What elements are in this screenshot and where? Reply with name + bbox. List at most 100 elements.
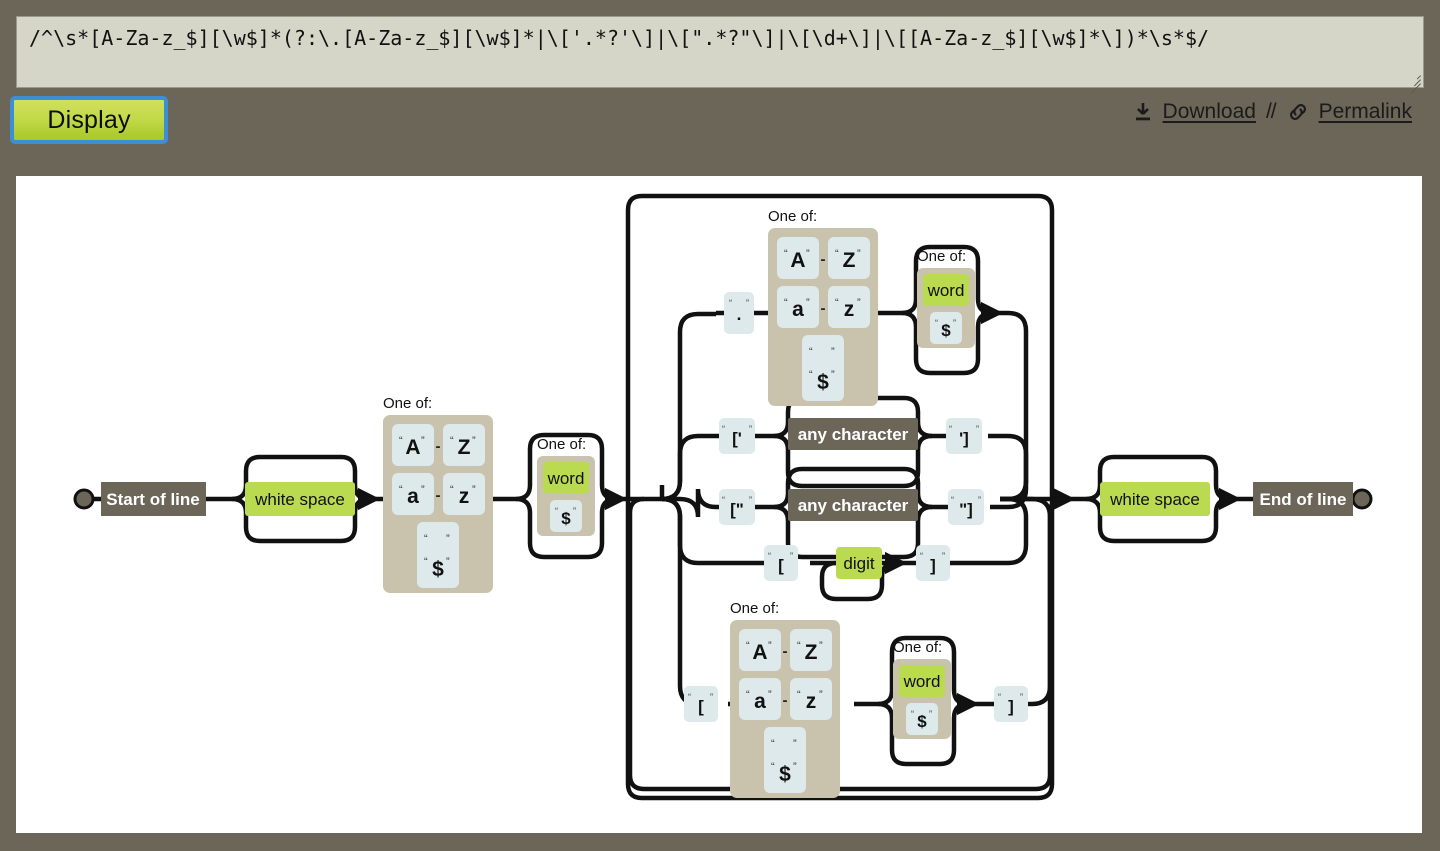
wordloop-index[interactable]: One of: word “ $ ” — [893, 639, 951, 739]
node-white-space-leading-label: white space — [254, 490, 345, 509]
quote-close: ” — [749, 424, 752, 434]
charclass-identifier-start-caption: One of: — [383, 395, 432, 412]
quote-open: “ — [424, 533, 428, 545]
wordloop-start[interactable]: One of: word “ $ ” — [537, 436, 595, 536]
quote-close: ” — [819, 689, 823, 701]
quote-close: ” — [978, 495, 981, 505]
literal-a: a — [407, 485, 419, 508]
literal-a: a — [754, 690, 766, 713]
node-digit[interactable]: digit — [836, 547, 882, 579]
range-dash: - — [783, 692, 788, 709]
toolbar-actions: Download // Permalink — [1132, 100, 1412, 124]
quote-close: ” — [749, 495, 752, 505]
node-end-of-line-label: End of line — [1260, 490, 1347, 509]
quote-open: “ — [746, 689, 750, 701]
literal-close-bracket-squote-label: '] — [959, 429, 969, 448]
quote-open: “ — [920, 551, 923, 561]
display-button[interactable]: Display — [10, 96, 168, 144]
node-digit-label: digit — [843, 554, 874, 573]
quote-close: ” — [857, 297, 861, 309]
literal-Z: Z — [805, 641, 818, 664]
literal-open-bracket-ident[interactable]: “ [ ” — [684, 686, 718, 722]
quote-open: “ — [835, 248, 839, 260]
literal-close-bracket-ident[interactable]: “ ] ” — [994, 686, 1028, 722]
permalink-link[interactable]: Permalink — [1286, 100, 1412, 124]
quote-close: ” — [446, 556, 450, 568]
literal-dot[interactable]: “ . ” — [724, 292, 754, 334]
charclass-identifier-property-caption: One of: — [768, 208, 817, 225]
railroad-diagram: Start of line End of line white space wh… — [73, 193, 1373, 801]
literal-close-bracket-dquote-label: "] — [959, 500, 973, 519]
quote-close: ” — [472, 484, 476, 496]
quote-close: ” — [746, 298, 749, 308]
quote-open: “ — [399, 484, 403, 496]
node-start-of-line[interactable]: Start of line — [101, 482, 206, 516]
literal-open-bracket-squote[interactable]: “ [' ” — [719, 418, 755, 454]
wordloop-property-word-label: word — [927, 281, 965, 300]
literal-close-bracket-squote[interactable]: “ '] ” — [946, 418, 982, 454]
actions-separator: // — [1265, 100, 1277, 123]
quote-open: “ — [771, 761, 775, 773]
quote-close: ” — [793, 738, 797, 750]
quote-open: “ — [424, 556, 428, 568]
literal-a: a — [792, 298, 804, 321]
literal-close-bracket-dquote[interactable]: “ "] ” — [948, 489, 984, 525]
quote-close: ” — [831, 369, 835, 381]
quote-open: “ — [784, 297, 788, 309]
quote-open: “ — [688, 692, 691, 702]
wordloop-start-word-label: word — [547, 469, 585, 488]
node-white-space-trailing-label: white space — [1109, 490, 1200, 509]
quote-open: “ — [797, 689, 801, 701]
quote-close: ” — [1020, 692, 1023, 702]
node-any-character-squote-label: any character — [798, 425, 909, 444]
quote-open: “ — [784, 248, 788, 260]
wordloop-index-word-label: word — [903, 672, 941, 691]
quote-open: “ — [935, 318, 938, 328]
wordloop-index-caption: One of: — [893, 639, 942, 656]
regex-input[interactable]: /^\s*[A-Za-z_$][\w$]*(?:\.[A-Za-z_$][\w$… — [16, 16, 1424, 88]
quote-open: “ — [450, 435, 454, 447]
quote-close: ” — [790, 551, 793, 561]
node-any-character-squote[interactable]: any character — [788, 418, 918, 450]
literal-A: A — [752, 641, 767, 664]
download-link[interactable]: Download — [1132, 100, 1256, 124]
charclass-identifier-start[interactable]: One of: “ A ” - “ Z ” “ a ” - “ z ” “ _ … — [383, 395, 493, 593]
literal-z: z — [844, 298, 855, 321]
range-dash: - — [783, 643, 788, 660]
quote-close: ” — [710, 692, 713, 702]
quote-open: “ — [771, 738, 775, 750]
range-dash: - — [436, 487, 441, 504]
quote-close: ” — [831, 346, 835, 358]
quote-close: ” — [942, 551, 945, 561]
quote-open: “ — [951, 495, 954, 505]
quote-close: ” — [929, 709, 932, 719]
quote-open: “ — [746, 640, 750, 652]
node-any-character-dquote[interactable]: any character — [788, 489, 918, 521]
quote-open: “ — [998, 692, 1001, 702]
regex-input-container: /^\s*[A-Za-z_$][\w$]*(?:\.[A-Za-z_$][\w$… — [16, 16, 1424, 94]
literal-close-bracket-ident-label: ] — [1008, 697, 1014, 716]
literal-open-bracket-digit[interactable]: “ [ ” — [764, 545, 798, 581]
wordloop-property[interactable]: One of: word “ $ ” — [917, 248, 975, 348]
literal-open-bracket-squote-label: [' — [732, 429, 742, 448]
quote-close: ” — [976, 424, 979, 434]
wordloop-index-dollar-label: $ — [917, 712, 927, 731]
quote-open: “ — [911, 709, 914, 719]
quote-open: “ — [809, 369, 813, 381]
literal-close-bracket-digit[interactable]: “ ] ” — [916, 545, 950, 581]
quote-close: ” — [806, 248, 810, 260]
charclass-identifier-property[interactable]: One of: “ A ” - “ Z ” “ a ” - “ z ” “ _ … — [768, 208, 878, 406]
quote-open: “ — [797, 640, 801, 652]
literal-open-bracket-dquote[interactable]: “ [" ” — [719, 489, 755, 525]
wordloop-start-dollar-label: $ — [561, 509, 571, 528]
quote-close: ” — [793, 761, 797, 773]
literal-A: A — [790, 249, 805, 272]
node-white-space-leading[interactable]: white space — [245, 482, 355, 516]
literal-z: z — [459, 485, 470, 508]
node-white-space-trailing[interactable]: white space — [1100, 482, 1210, 516]
quote-open: “ — [809, 346, 813, 358]
charclass-identifier-index[interactable]: One of: “ A ” - “ Z ” “ a ” - “ z ” “ _ … — [730, 600, 840, 798]
node-end-of-line[interactable]: End of line — [1253, 482, 1353, 516]
link-icon — [1286, 101, 1310, 123]
quote-close: ” — [446, 533, 450, 545]
